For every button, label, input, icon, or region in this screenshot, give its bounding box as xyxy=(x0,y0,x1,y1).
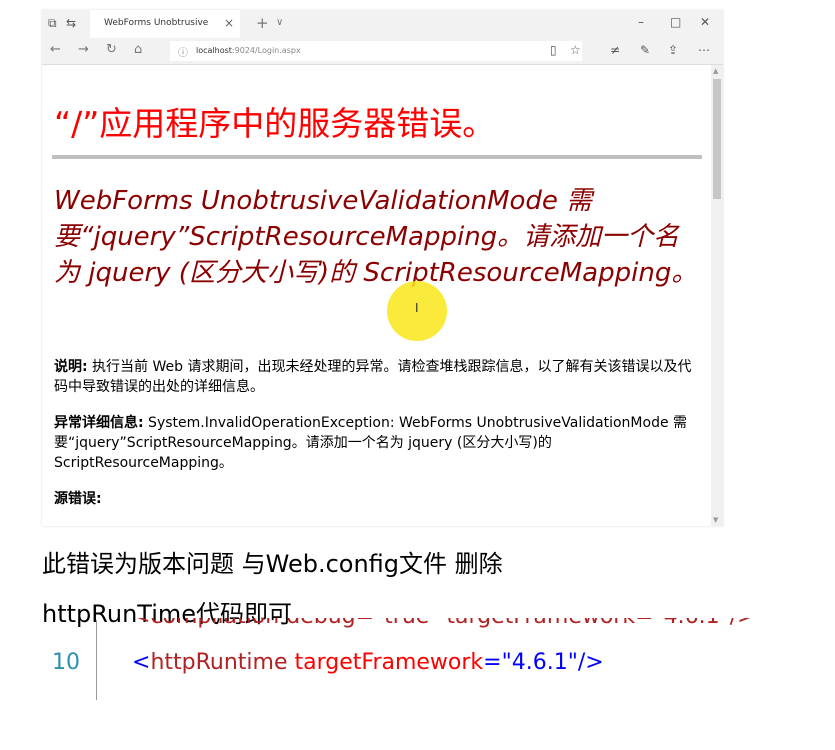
minimize-icon[interactable]: – xyxy=(638,15,644,29)
description-block: 说明: 执行当前 Web 请求期间，出现未经处理的异常。请检查堆栈跟踪信息，以了… xyxy=(54,359,692,395)
tab-preview-icon[interactable]: ⧉ xyxy=(48,16,57,31)
page-content: “/”应用程序中的服务器错误。 WebForms UnobtrusiveVali… xyxy=(42,65,711,526)
share-icon[interactable]: ⇪ xyxy=(668,43,678,57)
note-line-1: 此错误为版本问题 与Web.config文件 删除 xyxy=(42,550,503,578)
maximize-icon[interactable]: □ xyxy=(670,15,681,29)
browser-tab[interactable]: WebForms Unobtrusive × xyxy=(90,10,240,38)
info-icon: ⓘ xyxy=(178,48,188,59)
code-gutter xyxy=(96,620,97,700)
scroll-up-icon[interactable]: ▲ xyxy=(713,67,718,75)
pen-icon[interactable]: ✎ xyxy=(640,43,650,57)
scrollbar[interactable]: ▲ ▼ xyxy=(711,65,723,526)
code-line-partial: <compilation debug="true" targetFramewor… xyxy=(132,618,756,630)
chevron-down-icon[interactable]: ∨ xyxy=(276,17,283,28)
nav-bar: ← → ↻ ⌂ ⓘ localhost:9024/Login.aspx ▯ ☆ … xyxy=(42,38,723,65)
tab-title: WebForms Unobtrusive xyxy=(104,18,209,28)
favorites-hub-icon[interactable]: ≠ xyxy=(610,43,620,57)
close-tab-icon[interactable]: × xyxy=(224,16,234,30)
error-subtitle: WebForms UnobtrusiveValidationMode 需要“jq… xyxy=(54,186,698,288)
tab-bar: ⧉ ⇆ WebForms Unobtrusive × + ∨ – □ ✕ xyxy=(42,10,723,38)
line-number: 10 xyxy=(52,650,80,675)
home-icon[interactable]: ⌂ xyxy=(134,42,142,57)
browser-window: ⧉ ⇆ WebForms Unobtrusive × + ∨ – □ ✕ ← →… xyxy=(42,10,723,526)
more-icon[interactable]: ⋯ xyxy=(698,43,710,57)
exception-block: 异常详细信息: System.InvalidOperationException… xyxy=(54,415,688,471)
new-tab-icon[interactable]: + xyxy=(256,14,269,32)
favorite-star-icon[interactable]: ☆ xyxy=(570,43,581,57)
forward-icon[interactable]: → xyxy=(78,42,89,57)
address-bar[interactable]: ⓘ localhost:9024/Login.aspx xyxy=(170,41,582,61)
error-title: “/”应用程序中的服务器错误。 xyxy=(54,104,496,143)
close-window-icon[interactable]: ✕ xyxy=(700,15,710,29)
refresh-icon[interactable]: ↻ xyxy=(106,42,117,57)
error-details: 说明: 执行当前 Web 请求期间，出现未经处理的异常。请检查堆栈跟踪信息，以了… xyxy=(54,357,704,509)
address-text: localhost:9024/Login.aspx xyxy=(196,46,301,55)
divider xyxy=(52,155,702,159)
reading-view-icon[interactable]: ▯ xyxy=(550,43,557,57)
back-icon[interactable]: ← xyxy=(50,42,61,57)
code-line: <httpRuntime targetFramework="4.6.1"/> xyxy=(132,650,604,675)
text-cursor-icon: I xyxy=(415,301,419,315)
source-error-block: 源错误: xyxy=(54,491,102,507)
set-aside-tabs-icon[interactable]: ⇆ xyxy=(66,16,76,30)
scroll-down-icon[interactable]: ▼ xyxy=(713,516,718,524)
scroll-thumb[interactable] xyxy=(713,79,721,199)
